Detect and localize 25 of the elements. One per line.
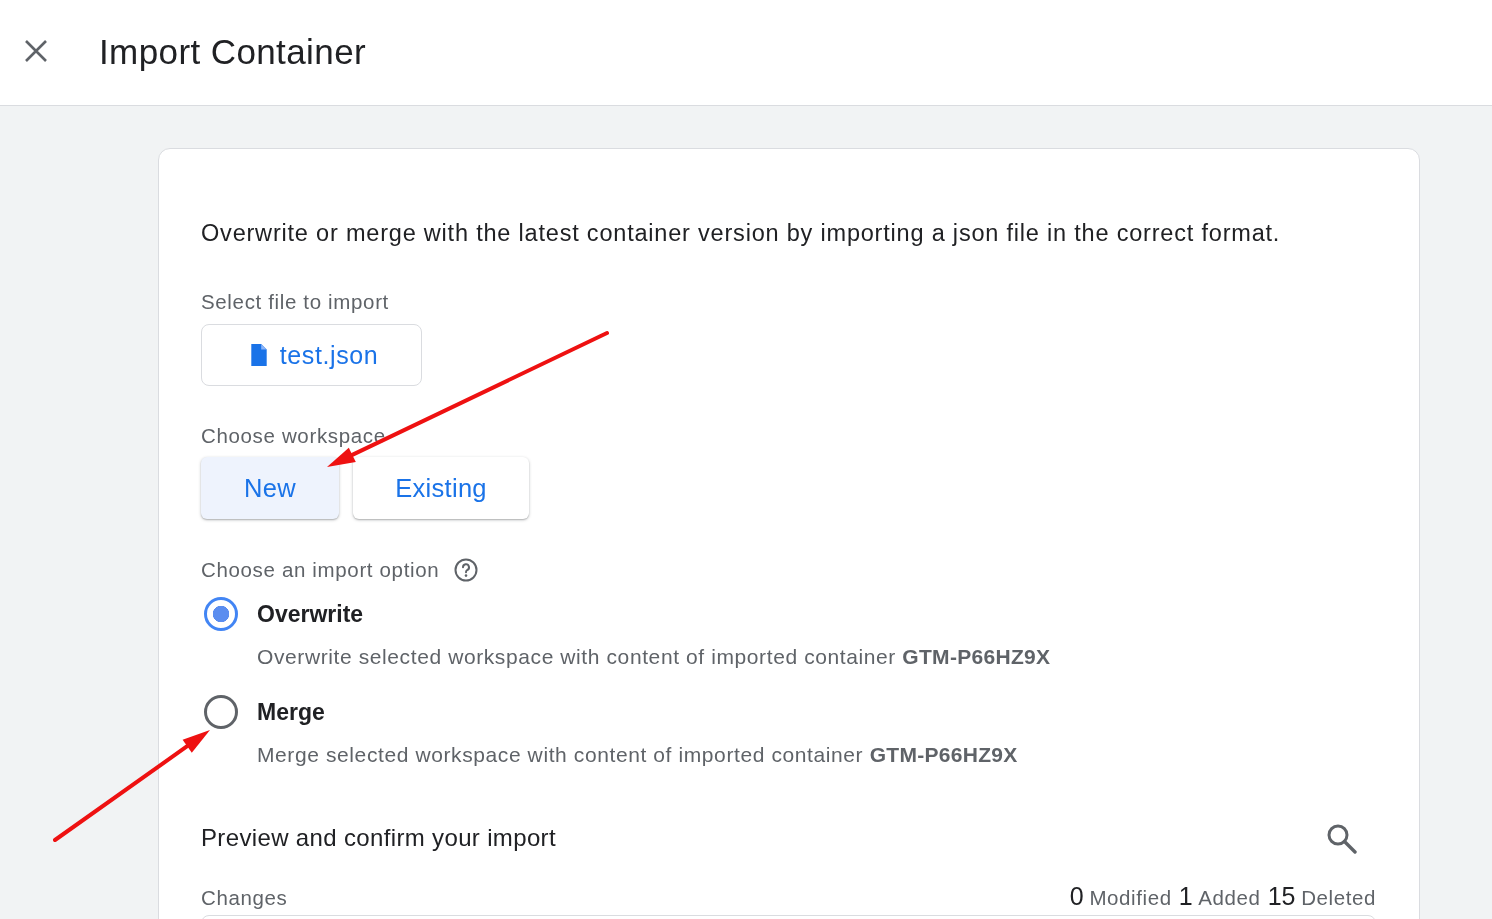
section-title: Preview and confirm your import <box>201 824 556 852</box>
field-label: Choose an import option <box>201 558 440 582</box>
page-title: Import Container <box>99 31 367 72</box>
close-icon <box>24 38 48 63</box>
change-count: 1 Added <box>1178 882 1261 911</box>
file-button[interactable]: test.json <box>201 324 422 386</box>
radio-button[interactable] <box>204 597 238 631</box>
search-button[interactable] <box>1326 822 1357 854</box>
workspace-toggle[interactable]: Existing <box>353 457 529 519</box>
file-icon <box>248 344 269 366</box>
help-icon <box>454 558 479 582</box>
radio-button[interactable] <box>204 695 238 729</box>
option-description: Overwrite selected workspace with content of imported container GTM-P66HZ9X <box>257 644 1052 670</box>
field-label: Select file to import <box>201 290 390 314</box>
changes-label: Changes <box>201 886 288 910</box>
radio-label[interactable]: Merge <box>257 698 325 726</box>
option-description: Merge selected workspace with content of imported container GTM-P66HZ9X <box>257 742 1019 768</box>
search-icon <box>1326 822 1357 854</box>
intro-text: Overwrite or merge with the latest container version by importing a json file in the correct format. <box>201 219 1282 247</box>
radio-label[interactable]: Overwrite <box>257 600 364 628</box>
change-count: 15 Deleted <box>1267 882 1376 911</box>
change-count: 0 Modified <box>1069 882 1172 911</box>
workspace-toggle[interactable]: New <box>201 457 339 519</box>
close-button[interactable] <box>24 38 48 63</box>
field-label: Choose workspace <box>201 424 387 448</box>
